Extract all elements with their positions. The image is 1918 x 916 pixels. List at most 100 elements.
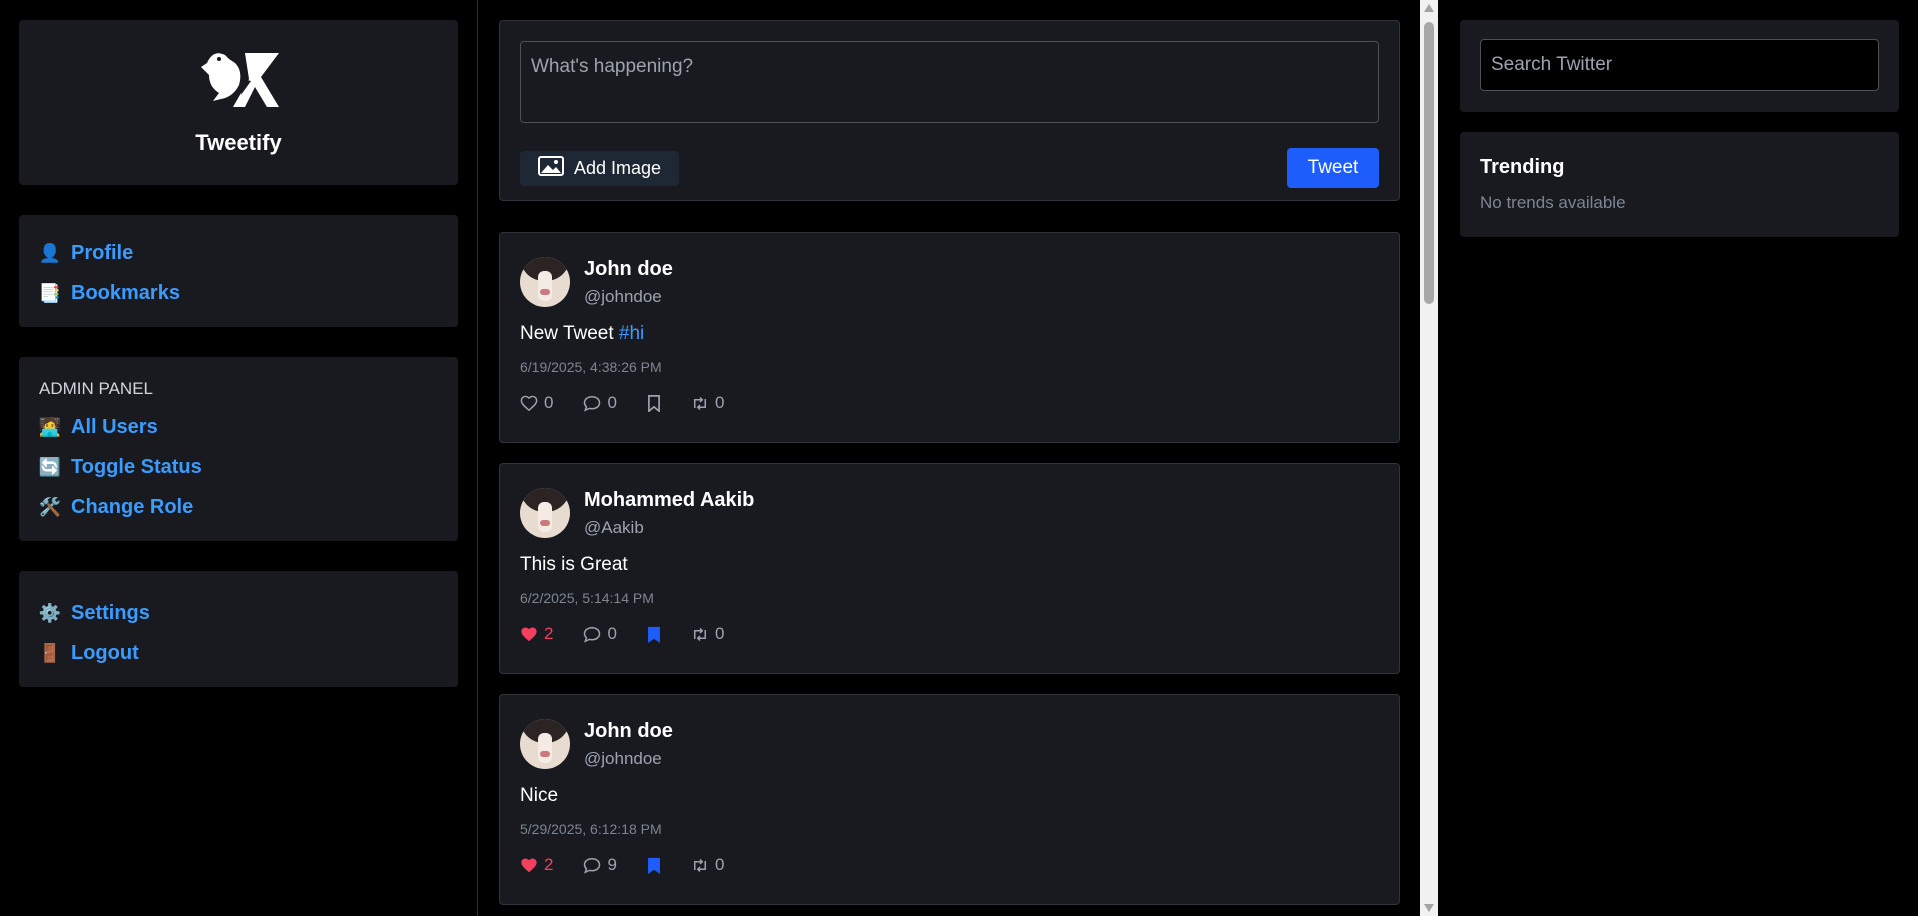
nav-item-change-role[interactable]: 🛠️ Change Role — [39, 487, 438, 527]
nav-item-label: Logout — [71, 641, 139, 664]
retweet-button[interactable]: 0 — [691, 393, 724, 413]
comment-button[interactable]: 0 — [583, 393, 617, 413]
tweet-header: John doe @johndoe — [520, 257, 1379, 307]
comment-icon — [583, 395, 601, 412]
tweet-body: New Tweet — [520, 323, 619, 344]
bookmark-button[interactable] — [647, 626, 661, 643]
feed: Add Image Tweet John doe @johndoe New Tw… — [499, 20, 1400, 905]
comment-count: 0 — [607, 393, 617, 412]
image-icon — [538, 155, 564, 181]
tweet-body: Nice — [520, 785, 559, 806]
tweet-author-name[interactable]: John doe — [584, 720, 673, 743]
users-icon: 🧑‍💻 — [38, 416, 62, 437]
add-image-button[interactable]: Add Image — [520, 150, 680, 186]
tweet-actions: 0 0 0 — [520, 393, 1379, 413]
bookmark-icon — [647, 394, 661, 412]
nav-item-label: Profile — [71, 241, 134, 264]
gear-icon: ⚙️ — [38, 602, 62, 623]
scrollbar[interactable] — [1420, 0, 1438, 916]
tweet-timestamp: 6/19/2025, 4:38:26 PM — [520, 359, 662, 375]
brand-card: Tweetify — [19, 20, 458, 185]
tweet-timestamp: 6/2/2025, 5:14:14 PM — [520, 590, 654, 606]
nav-item-label: Bookmarks — [71, 281, 180, 304]
bookmark-button[interactable] — [647, 857, 661, 874]
scroll-up-arrow-icon[interactable] — [1424, 4, 1434, 12]
tweet-author-handle[interactable]: @johndoe — [584, 287, 673, 307]
nav-item-label: All Users — [71, 415, 158, 438]
tools-icon: 🛠️ — [38, 496, 62, 517]
scroll-down-arrow-icon[interactable] — [1424, 904, 1434, 912]
profile-icon: 👤 — [38, 242, 62, 263]
trending-empty: No trends available — [1480, 193, 1626, 212]
nav-item-profile[interactable]: 👤 Profile — [39, 233, 438, 273]
tweet-button[interactable]: Tweet — [1287, 148, 1379, 188]
nav-item-logout[interactable]: 🚪 Logout — [39, 633, 438, 673]
retweet-count: 0 — [714, 855, 725, 874]
heart-icon — [520, 626, 538, 642]
comment-button[interactable]: 0 — [583, 624, 617, 644]
retweet-icon — [691, 627, 709, 642]
tweet-text: Nice — [520, 785, 1379, 807]
tweet-timestamp: 5/29/2025, 6:12:18 PM — [520, 821, 662, 837]
nav-item-toggle-status[interactable]: 🔄 Toggle Status — [39, 447, 438, 487]
bookmark-icon — [647, 857, 661, 874]
bird-x-logo-icon[interactable] — [199, 45, 279, 120]
retweet-icon — [691, 858, 709, 873]
avatar[interactable] — [520, 719, 570, 769]
sidebar-divider — [477, 0, 478, 916]
avatar[interactable] — [520, 257, 570, 307]
retweet-icon — [691, 396, 709, 411]
retweet-button[interactable]: 0 — [691, 624, 724, 644]
tweet-header: John doe @johndoe — [520, 719, 1379, 769]
right-sidebar: Trending No trends available — [1460, 20, 1899, 237]
bookmarks-icon: 📑 — [38, 282, 62, 303]
compose-input[interactable] — [520, 41, 1379, 123]
door-icon: 🚪 — [38, 642, 62, 663]
comment-icon — [583, 626, 601, 643]
main-nav: 👤 Profile 📑 Bookmarks — [19, 215, 458, 327]
admin-panel: ADMIN PANEL 🧑‍💻 All Users 🔄 Toggle Statu… — [19, 357, 458, 541]
tweet-card[interactable]: John doe @johndoe Nice 5/29/2025, 6:12:1… — [499, 694, 1400, 905]
comment-count: 0 — [607, 624, 617, 643]
tweet-actions: 2 9 0 — [520, 855, 1379, 875]
retweet-button[interactable]: 0 — [691, 855, 724, 875]
like-count: 0 — [544, 393, 554, 412]
trending-card: Trending No trends available — [1460, 132, 1899, 237]
tweet-card[interactable]: Mohammed Aakib @Aakib This is Great 6/2/… — [499, 463, 1400, 674]
nav-item-all-users[interactable]: 🧑‍💻 All Users — [39, 407, 438, 447]
heart-icon — [520, 395, 538, 411]
tweet-author-name[interactable]: Mohammed Aakib — [584, 489, 754, 512]
search-card — [1460, 20, 1899, 112]
like-button[interactable]: 2 — [520, 624, 553, 644]
heart-icon — [520, 857, 538, 873]
tweet-card[interactable]: John doe @johndoe New Tweet #hi 6/19/202… — [499, 232, 1400, 443]
tweet-actions: 2 0 0 — [520, 624, 1379, 644]
nav-item-label: Toggle Status — [71, 455, 202, 478]
tweet-author-name[interactable]: John doe — [584, 258, 673, 281]
comment-button[interactable]: 9 — [583, 855, 617, 875]
tweet-author-handle[interactable]: @johndoe — [584, 749, 673, 769]
like-button[interactable]: 0 — [520, 393, 553, 413]
tweet-text: This is Great — [520, 554, 1379, 576]
comment-icon — [583, 857, 601, 874]
tweet-hashtag[interactable]: #hi — [619, 323, 644, 344]
nav-item-settings[interactable]: ⚙️ Settings — [39, 593, 438, 633]
add-image-label: Add Image — [574, 157, 662, 178]
tweet-author-handle[interactable]: @Aakib — [584, 518, 754, 538]
search-input[interactable] — [1480, 39, 1879, 91]
compose-actions: Add Image Tweet — [520, 148, 1379, 188]
compose-box: Add Image Tweet — [499, 20, 1400, 201]
trending-title: Trending — [1480, 156, 1565, 178]
like-button[interactable]: 2 — [520, 855, 553, 875]
bookmark-icon — [647, 626, 661, 643]
scrollbar-thumb[interactable] — [1424, 22, 1434, 304]
tweet-header: Mohammed Aakib @Aakib — [520, 488, 1379, 538]
like-count: 2 — [544, 624, 554, 643]
tweet-list: John doe @johndoe New Tweet #hi 6/19/202… — [499, 232, 1400, 905]
bookmark-button[interactable] — [647, 394, 661, 412]
admin-panel-title: ADMIN PANEL — [39, 379, 153, 398]
tweet-text: New Tweet #hi — [520, 323, 1379, 345]
comment-count: 9 — [607, 855, 617, 874]
nav-item-bookmarks[interactable]: 📑 Bookmarks — [39, 273, 438, 313]
avatar[interactable] — [520, 488, 570, 538]
